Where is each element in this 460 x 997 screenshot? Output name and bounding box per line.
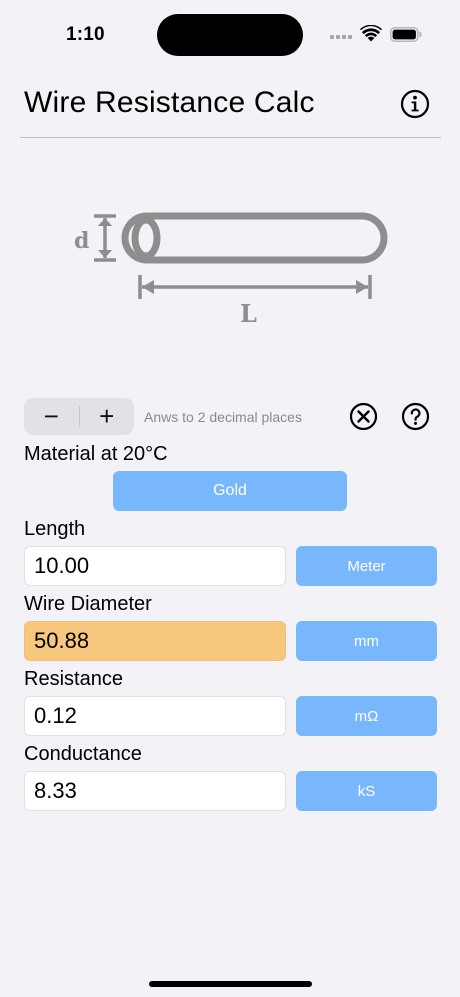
- home-indicator[interactable]: [149, 981, 312, 987]
- status-time: 1:10: [66, 24, 105, 45]
- length-marker: [138, 275, 372, 299]
- increment-button[interactable]: +: [80, 398, 135, 435]
- diameter-field-label: Wire Diameter: [24, 593, 152, 615]
- conductance-input[interactable]: 8.33: [24, 771, 286, 811]
- battery-icon: [390, 27, 422, 42]
- conductance-unit-button[interactable]: kS: [296, 771, 437, 811]
- dynamic-island: [157, 14, 303, 56]
- diameter-marker: [94, 214, 116, 262]
- conductance-field-label: Conductance: [24, 743, 142, 765]
- diameter-input[interactable]: 50.88: [24, 621, 286, 661]
- resistance-input[interactable]: 0.12: [24, 696, 286, 736]
- length-input[interactable]: 10.00: [24, 546, 286, 586]
- length-label: L: [240, 299, 257, 328]
- wire-body: [121, 212, 388, 264]
- info-icon[interactable]: [400, 89, 430, 119]
- material-button[interactable]: Gold: [113, 471, 347, 511]
- header-divider: [20, 137, 441, 138]
- page-title: Wire Resistance Calc: [24, 86, 315, 119]
- cellular-signal-icon: [330, 35, 352, 39]
- length-unit-button[interactable]: Meter: [296, 546, 437, 586]
- diameter-unit-button[interactable]: mm: [296, 621, 437, 661]
- precision-label: Anws to 2 decimal places: [144, 409, 302, 425]
- decrement-button[interactable]: −: [24, 398, 79, 435]
- resistance-field-label: Resistance: [24, 668, 123, 690]
- length-field-label: Length: [24, 518, 86, 540]
- wire-diagram: d L: [74, 212, 388, 328]
- status-bar: 1:10: [0, 0, 460, 70]
- wifi-icon: [360, 25, 382, 42]
- precision-stepper[interactable]: − +: [24, 398, 134, 435]
- material-label: Material at 20°C: [24, 443, 168, 465]
- clear-icon[interactable]: [349, 402, 378, 431]
- help-icon[interactable]: [401, 402, 430, 431]
- resistance-unit-button[interactable]: mΩ: [296, 696, 437, 736]
- diameter-label: d: [74, 228, 89, 254]
